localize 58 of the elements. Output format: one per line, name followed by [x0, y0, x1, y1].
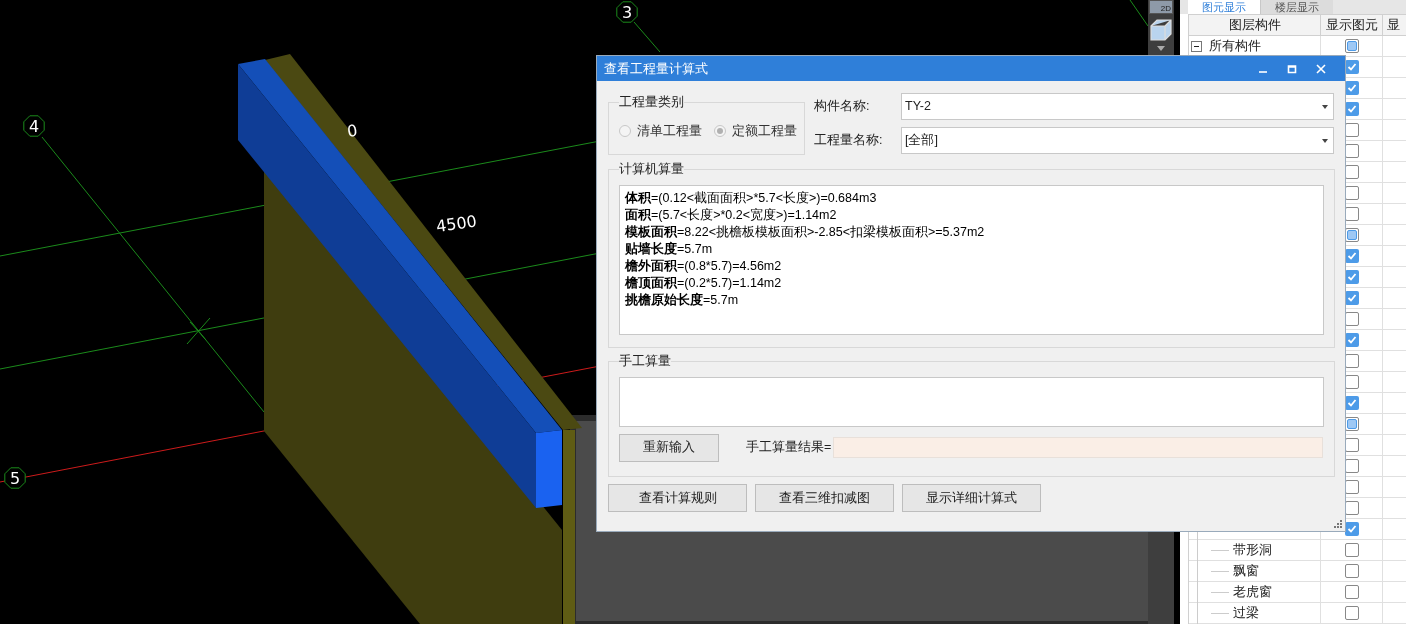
- checkbox[interactable]: [1344, 543, 1359, 557]
- dimension-label: 0: [345, 120, 359, 141]
- group-title: 工程量类别: [619, 94, 684, 111]
- tab[interactable]: 图元显示: [1188, 0, 1260, 14]
- radio-button[interactable]: [619, 125, 631, 138]
- tab[interactable]: 楼层显示: [1260, 0, 1333, 14]
- resize-grip-icon[interactable]: [1334, 520, 1342, 528]
- radio-label[interactable]: 清单工程量: [637, 121, 702, 141]
- dropdown-arrow-icon[interactable]: [1322, 138, 1328, 143]
- checkbox[interactable]: [1344, 585, 1359, 599]
- dimension-label: 4500: [434, 211, 478, 236]
- close-icon[interactable]: [1316, 63, 1326, 74]
- formula-line: 体积=(0.12<截面面积>*5.7<长度>)=0.684m3: [625, 189, 878, 207]
- component-dropdown[interactable]: TY-2: [901, 93, 1334, 120]
- dropdown-arrow-icon[interactable]: [1157, 46, 1165, 51]
- dialog-button[interactable]: 查看计算规则: [608, 484, 747, 512]
- collapse-icon[interactable]: [1191, 40, 1202, 52]
- layer-name[interactable]: 所有构件: [1209, 36, 1261, 56]
- cross-mark: [186, 317, 211, 345]
- field-label: 构件名称:: [814, 98, 871, 116]
- quantity-dropdown[interactable]: [全部]: [901, 127, 1334, 154]
- group-title: 计算机算量: [619, 161, 684, 178]
- dialog-button[interactable]: 显示详细计算式: [902, 484, 1041, 512]
- result-label: 手工算量结果=: [746, 439, 833, 457]
- layer-name[interactable]: 过梁: [1233, 603, 1259, 623]
- layer-name[interactable]: 带形洞: [1233, 540, 1272, 560]
- reenter-button[interactable]: 重新输入: [619, 433, 719, 462]
- radio-label[interactable]: 定额工程量: [732, 121, 797, 141]
- window-title: 查看工程量计算式: [604, 59, 709, 78]
- checkbox[interactable]: [1344, 522, 1359, 536]
- group-title: 手工算量: [619, 353, 671, 370]
- formula-line: 挑檐原始长度=5.7m: [625, 291, 740, 309]
- checkbox[interactable]: [1344, 606, 1359, 620]
- grid-line: [633, 21, 661, 53]
- layer-name[interactable]: 飘窗: [1233, 561, 1259, 581]
- column-header: 显示图元: [1321, 15, 1383, 36]
- formula-line: 面积=(5.7<长度>*0.2<宽度>)=1.14m2: [625, 206, 838, 224]
- dropdown-arrow-icon[interactable]: [1322, 104, 1328, 109]
- axis-marker: 5: [4, 467, 26, 489]
- column-header: 图层构件: [1189, 15, 1321, 36]
- formula-line: 模板面积=8.22<挑檐板模板面积>-2.85<扣梁模板面积>=5.37m2: [625, 223, 986, 241]
- axis-marker: 3: [616, 1, 638, 23]
- layer-name[interactable]: 老虎窗: [1233, 582, 1272, 602]
- field-label: 工程量名称:: [814, 132, 884, 150]
- axis-marker: 4: [23, 115, 45, 137]
- grid-line: [1129, 0, 1148, 27]
- cube-icon[interactable]: [1149, 18, 1173, 42]
- formula-line: 檐外面积=(0.8*5.7)=4.56m2: [625, 257, 783, 275]
- formula-box[interactable]: 体积=(0.12<截面面积>*5.7<长度>)=0.684m3 面积=(5.7<长度>*0.2<宽度>)=1.14m2 模板面积=8.22<挑檐板模板面积>-2.85<扣梁模板面积>=5.37m2 贴墙长度=5.7m 檐外面积=(0.8*5.7)=4.56m2 檐顶面积=(0.2*5.7)=1.14m2 挑檐原始长度=5.7m: [619, 184, 1324, 335]
- column-header: 显: [1383, 15, 1406, 36]
- formula-line: 檐顶面积=(0.2*5.7)=1.14m2: [625, 274, 783, 292]
- manual-input-box[interactable]: [619, 376, 1324, 427]
- dialog-button[interactable]: 查看三维扣减图: [755, 484, 894, 512]
- formula-line: 贴墙长度=5.7m: [625, 240, 714, 258]
- radio-button[interactable]: [714, 125, 726, 138]
- 2d-view-button[interactable]: 2D: [1149, 0, 1173, 14]
- maximize-icon[interactable]: [1287, 63, 1297, 74]
- checkbox[interactable]: [1344, 564, 1359, 578]
